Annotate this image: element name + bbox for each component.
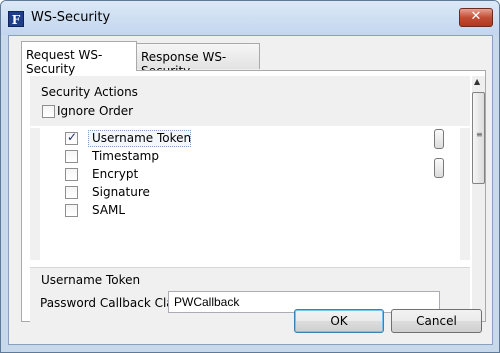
saml-label[interactable]: SAML: [92, 203, 125, 217]
timestamp-checkbox[interactable]: [65, 150, 78, 163]
tab-response-ws-security[interactable]: Response WS-Security: [136, 43, 260, 78]
cancel-button-label: Cancel: [416, 314, 457, 328]
scroll-viewport: Security Actions Ignore Order Username T…: [30, 76, 470, 322]
tab-request-ws-security[interactable]: Request WS-Security: [21, 41, 137, 76]
dialog-content: Request WS-Security Response WS- Security…: [8, 35, 493, 345]
ok-button[interactable]: OK: [294, 309, 384, 333]
list-scroll-handle-top[interactable]: [434, 129, 444, 149]
username-token-label[interactable]: Username Token: [92, 131, 191, 145]
ignore-order-checkbox[interactable]: [42, 105, 55, 118]
timestamp-label[interactable]: Timestamp: [92, 149, 159, 163]
close-icon: ✕: [470, 9, 482, 24]
security-actions-list-container: Username Token Timestamp Encrypt Signatu…: [30, 128, 470, 260]
signature-checkbox[interactable]: [65, 186, 78, 199]
actions-header-area: Security Actions Ignore Order: [30, 76, 470, 126]
list-scroll-handle[interactable]: [434, 158, 444, 178]
window-title: WS-Security: [31, 10, 111, 25]
dialog-window: F WS-Security ✕ Request WS-Security Resp…: [0, 0, 500, 353]
security-actions-list: Username Token Timestamp Encrypt Signatu…: [40, 128, 460, 260]
close-button[interactable]: ✕: [459, 8, 493, 27]
title-bar[interactable]: F WS-Security ✕: [1, 1, 499, 35]
app-icon: F: [8, 11, 24, 27]
grip-icon: ≡: [476, 130, 483, 139]
username-token-heading: Username Token: [41, 273, 141, 287]
encrypt-checkbox[interactable]: [65, 168, 78, 181]
security-actions-heading: Security Actions: [41, 85, 138, 99]
scroll-up-icon[interactable]: ▲: [474, 77, 480, 86]
username-token-checkbox[interactable]: [65, 130, 78, 145]
ok-button-label: OK: [330, 314, 348, 328]
encrypt-label[interactable]: Encrypt: [92, 167, 138, 181]
signature-label[interactable]: Signature: [92, 185, 150, 199]
password-callback-label: Password Callback Class: [40, 296, 187, 310]
tab-panel: Security Actions Ignore Order Username T…: [21, 70, 486, 322]
ignore-order-label[interactable]: Ignore Order: [57, 104, 133, 118]
cancel-button[interactable]: Cancel: [391, 309, 482, 333]
section-divider: [30, 267, 470, 268]
vertical-scrollbar[interactable]: ▲ ≡ ▼: [472, 76, 485, 321]
saml-checkbox[interactable]: [65, 204, 78, 217]
scrollbar-thumb[interactable]: ≡: [472, 92, 485, 184]
